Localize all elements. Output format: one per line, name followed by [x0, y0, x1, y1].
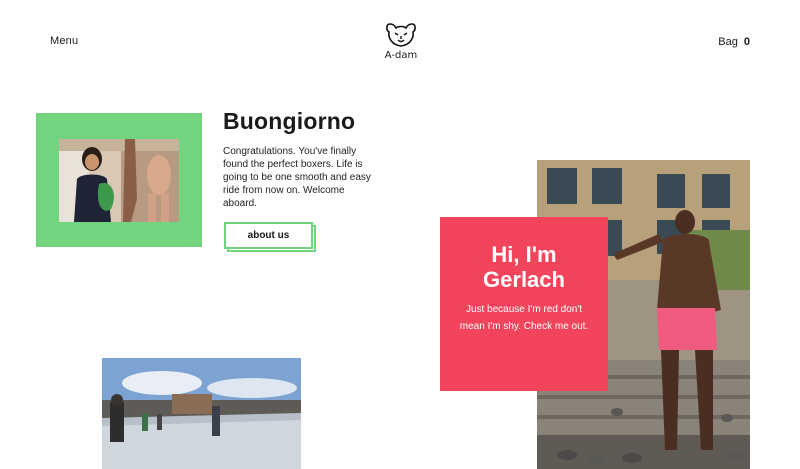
feature-title: Hi, I'm Gerlach [440, 242, 608, 292]
feature-text: Just because I'm red don't mean I'm shy.… [459, 304, 589, 332]
brand-logo[interactable]: A-dam [382, 20, 420, 66]
page-title: Buongiorno [223, 108, 356, 134]
bag-count: 0 [743, 36, 750, 48]
menu-button[interactable]: Menu [50, 35, 78, 47]
intro-text: Congratulations. You've finally found th… [223, 146, 371, 209]
lion-head-icon [386, 23, 416, 47]
logo-wordmark: A-dam [384, 50, 418, 61]
feature-title-line1: Hi, I'm [491, 242, 557, 267]
founders-photo [59, 139, 179, 222]
skating-photo [102, 358, 301, 469]
about-us-button-wrapper: about us [224, 222, 316, 252]
about-us-button[interactable]: about us [224, 222, 313, 249]
feature-title-line2: Gerlach [483, 267, 565, 292]
bag-button[interactable]: Bag 0 [718, 36, 750, 48]
feature-card[interactable]: Hi, I'm Gerlach Just because I'm red don… [440, 217, 608, 391]
bag-label: Bag [718, 36, 738, 48]
